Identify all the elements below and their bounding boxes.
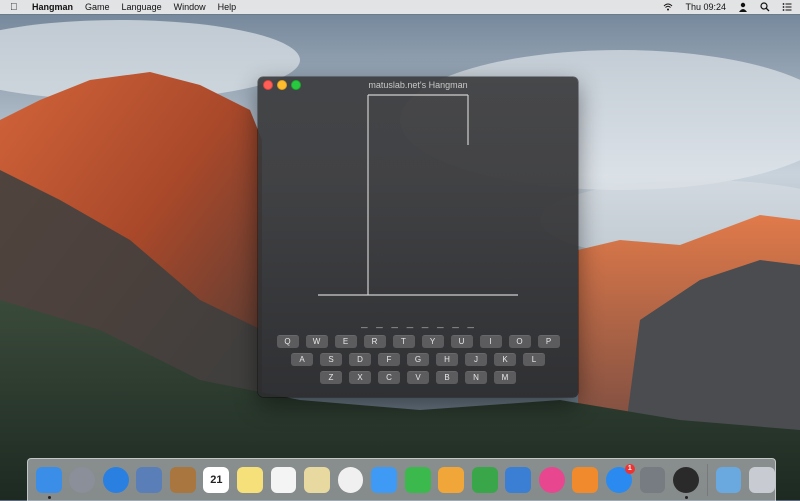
downloads-folder-icon[interactable] — [715, 467, 742, 493]
running-indicator — [685, 496, 689, 499]
launchpad-icon[interactable] — [69, 467, 96, 493]
key-b[interactable]: B — [436, 371, 458, 384]
key-y[interactable]: Y — [421, 335, 444, 348]
key-x[interactable]: X — [349, 371, 371, 384]
facetime-icon[interactable] — [404, 467, 431, 493]
key-o[interactable]: O — [508, 335, 531, 348]
ibooks-icon[interactable] — [572, 467, 599, 493]
menu-game[interactable]: Game — [85, 2, 110, 12]
key-q[interactable]: Q — [276, 335, 299, 348]
preview-icon[interactable] — [304, 467, 330, 493]
dock: 21 1 — [27, 458, 776, 501]
notification-badge: 1 — [624, 464, 635, 474]
menu-app-name[interactable]: Hangman — [32, 2, 73, 12]
messages-icon[interactable] — [371, 467, 398, 493]
photos-icon[interactable] — [337, 467, 364, 493]
wifi-icon[interactable] — [663, 2, 673, 12]
apple-menu-icon[interactable]:  — [10, 2, 20, 13]
key-f[interactable]: F — [378, 353, 400, 366]
trash-icon[interactable] — [749, 467, 776, 493]
hangman-app-icon[interactable] — [673, 467, 699, 499]
menu-window[interactable]: Window — [174, 2, 206, 12]
mail-icon[interactable] — [136, 467, 163, 493]
gallows-drawing — [318, 94, 518, 296]
key-j[interactable]: J — [465, 353, 487, 366]
contacts-icon[interactable] — [169, 467, 196, 493]
hangman-window: matuslab.net's Hangman _ _ _ _ _ _ _ _ Q… — [258, 77, 578, 397]
calendar-date: 21 — [210, 474, 223, 486]
hidden-word: _ _ _ _ _ _ _ _ — [360, 319, 476, 331]
key-i[interactable]: I — [479, 335, 502, 348]
key-t[interactable]: T — [392, 335, 415, 348]
keyboard-row-3: ZXCVBNM — [258, 371, 578, 384]
menu-bar:  Hangman Game Language Window Help Thu … — [0, 0, 800, 14]
key-l[interactable]: L — [523, 353, 545, 366]
key-d[interactable]: D — [349, 353, 371, 366]
key-v[interactable]: V — [407, 371, 429, 384]
numbers-icon[interactable] — [471, 467, 498, 493]
key-u[interactable]: U — [450, 335, 473, 348]
keynote-icon[interactable] — [505, 467, 532, 493]
app-store-icon[interactable]: 1 — [605, 464, 635, 493]
key-r[interactable]: R — [363, 335, 386, 348]
safari-icon[interactable] — [102, 467, 129, 493]
key-p[interactable]: P — [537, 335, 560, 348]
key-c[interactable]: C — [378, 371, 400, 384]
key-z[interactable]: Z — [320, 371, 342, 384]
menu-help[interactable]: Help — [218, 2, 237, 12]
key-e[interactable]: E — [334, 335, 357, 348]
key-g[interactable]: G — [407, 353, 429, 366]
key-w[interactable]: W — [305, 335, 328, 348]
itunes-icon[interactable] — [538, 467, 565, 493]
key-k[interactable]: K — [494, 353, 516, 366]
finder-icon[interactable] — [35, 467, 62, 499]
key-a[interactable]: A — [291, 353, 313, 366]
pages-icon[interactable] — [438, 467, 465, 493]
dock-separator — [706, 464, 708, 496]
menu-clock[interactable]: Thu 09:24 — [685, 2, 726, 12]
keyboard-row-1: QWERTYUIOP — [258, 335, 578, 348]
key-n[interactable]: N — [465, 371, 487, 384]
key-m[interactable]: M — [494, 371, 516, 384]
reminders-icon[interactable] — [270, 467, 297, 493]
notification-center-icon[interactable] — [782, 2, 792, 12]
notes-icon[interactable] — [236, 467, 263, 493]
key-h[interactable]: H — [436, 353, 458, 366]
menu-language[interactable]: Language — [122, 2, 162, 12]
system-preferences-icon[interactable] — [639, 467, 666, 493]
key-s[interactable]: S — [320, 353, 342, 366]
running-indicator — [47, 496, 51, 499]
spotlight-search-icon[interactable] — [760, 2, 770, 12]
calendar-icon[interactable]: 21 — [203, 467, 230, 493]
keyboard-row-2: ASDFGHJKL — [258, 353, 578, 366]
user-icon[interactable] — [738, 2, 748, 12]
